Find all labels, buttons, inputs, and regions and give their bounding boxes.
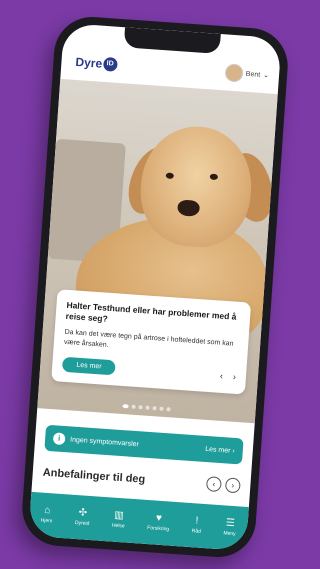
next-recommendation-button[interactable]: › (224, 477, 241, 494)
symptom-more-link[interactable]: Les mer › (205, 445, 235, 454)
card-body: Da kan det være tegn på artrose i hoftel… (63, 328, 234, 349)
carousel-dot[interactable] (159, 406, 164, 411)
recommendations-header: Anbefalinger til deg ‹ › (42, 465, 241, 494)
tab-advice[interactable]: ! Råd (191, 515, 202, 535)
chevron-down-icon: ⌄ (262, 72, 270, 80)
recommendations-nav: ‹ › (205, 476, 241, 494)
symptom-banner[interactable]: i Ingen symptomvarsler Les mer › (44, 424, 244, 465)
user-menu[interactable]: Bent ⌄ (224, 63, 269, 84)
carousel-dot[interactable] (152, 406, 157, 411)
hero-carousel[interactable]: Halter Testhund eller har problemer med … (37, 78, 280, 424)
phone-frame: Dyre ID Bent ⌄ Halter Testhund eller har… (19, 14, 291, 560)
tab-label: Dyreid (74, 519, 90, 527)
avatar (224, 63, 244, 83)
menu-icon: ☰ (225, 517, 236, 530)
app-logo[interactable]: Dyre ID (75, 55, 118, 72)
bottom-tab-bar: ⌂ Hjem ✣ Dyreid ▥ Helse ♥ Forsikring ! R… (28, 491, 249, 551)
carousel-arrows: ‹ › (220, 370, 237, 381)
carousel-dots (38, 398, 256, 417)
symptom-more-label: Les mer (205, 445, 231, 455)
pet-icon: ✣ (78, 507, 88, 519)
symptom-label: Ingen symptomvarsler (69, 435, 140, 448)
carousel-dot[interactable] (145, 405, 150, 410)
tab-label: Råd (191, 528, 202, 535)
recommendations-title: Anbefalinger til deg (42, 466, 146, 486)
carousel-dot[interactable] (138, 405, 143, 410)
logo-text: Dyre (75, 54, 103, 71)
carousel-dot[interactable] (131, 404, 136, 409)
tab-insurance[interactable]: ♥ Forsikring (147, 512, 170, 533)
card-actions: Les mer ‹ › (61, 356, 237, 384)
info-icon: ! (195, 515, 199, 527)
info-icon: i (52, 432, 66, 446)
prev-recommendation-button[interactable]: ‹ (205, 476, 222, 493)
phone-screen: Dyre ID Bent ⌄ Halter Testhund eller har… (28, 23, 282, 551)
user-name: Bent (245, 70, 261, 79)
tab-dyreid[interactable]: ✣ Dyreid (74, 507, 91, 527)
tab-label: Forsikring (147, 525, 170, 533)
home-icon: ⌂ (43, 504, 51, 517)
tab-menu[interactable]: ☰ Meny (223, 517, 236, 538)
read-more-button[interactable]: Les mer (61, 356, 117, 376)
logo-badge: ID (102, 56, 118, 72)
tab-home[interactable]: ⌂ Hjem (40, 504, 54, 525)
chart-icon: ▥ (113, 509, 125, 522)
dog-head-image (137, 122, 256, 251)
chevron-left-icon[interactable]: ‹ (220, 370, 224, 380)
symptom-left: i Ingen symptomvarsler (52, 432, 140, 450)
tab-label: Meny (223, 530, 236, 538)
info-card: Halter Testhund eller har problemer med … (51, 289, 252, 395)
chevron-right-icon[interactable]: › (233, 371, 237, 381)
tab-label: Hjem (40, 517, 53, 525)
heart-icon: ♥ (155, 512, 163, 525)
carousel-dot[interactable] (166, 407, 171, 412)
tab-label: Helse (111, 522, 125, 530)
tab-health[interactable]: ▥ Helse (111, 509, 126, 530)
carousel-dot[interactable] (122, 404, 129, 409)
